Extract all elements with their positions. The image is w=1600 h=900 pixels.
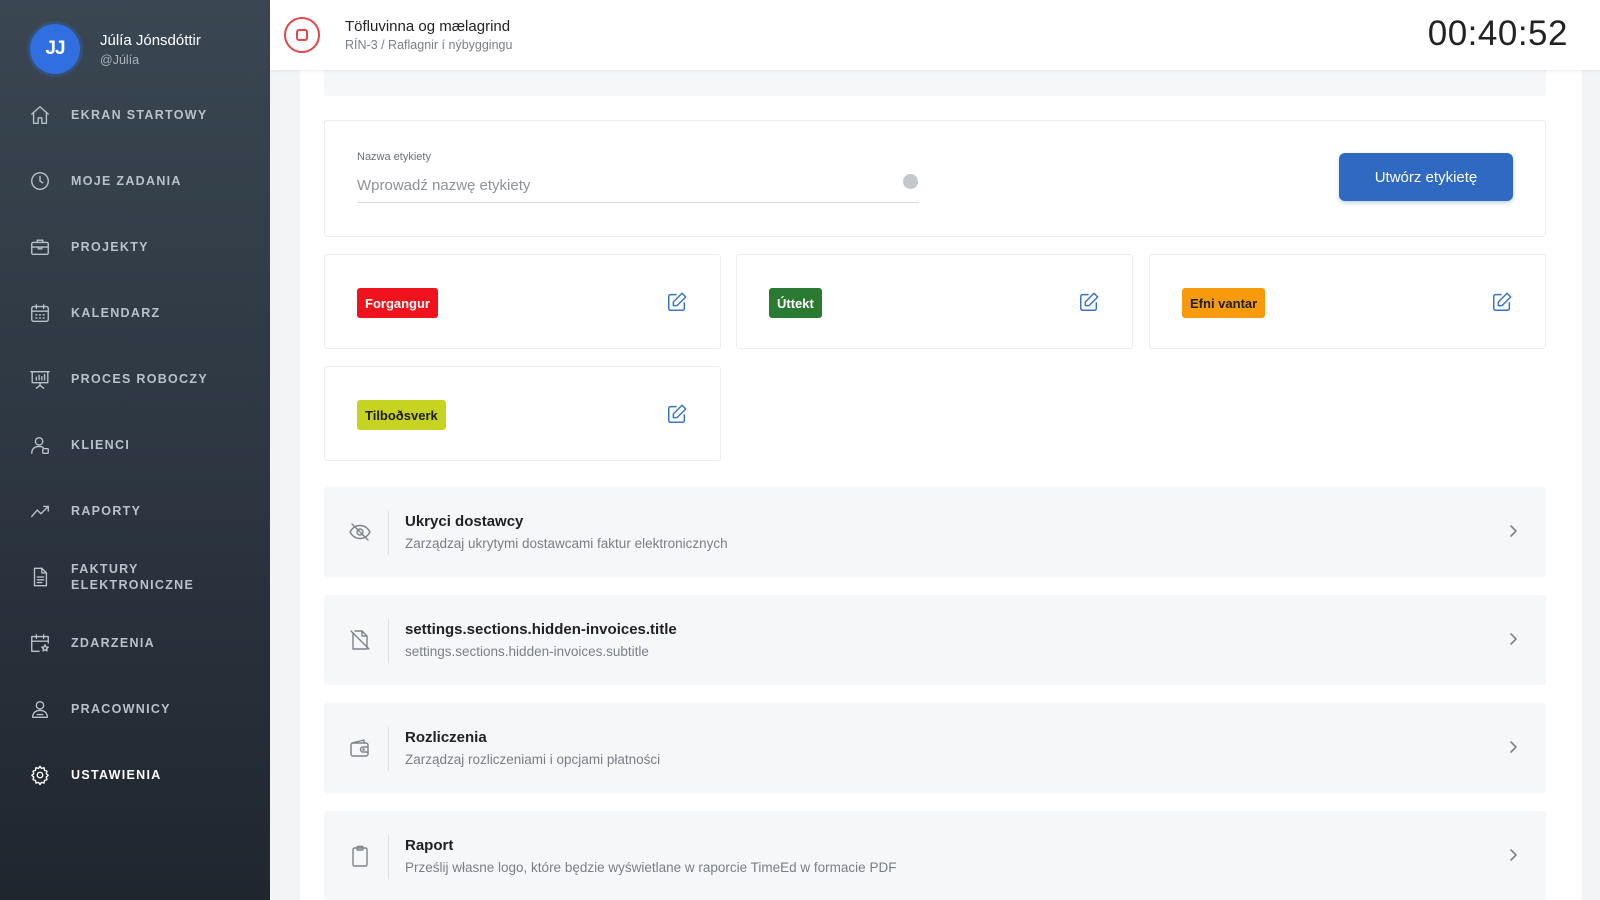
edit-icon[interactable] [666,403,688,425]
sidebar-item-clients[interactable]: KLIENCI [0,412,270,478]
trend-chart-icon [28,499,52,523]
edit-icon[interactable] [1491,291,1513,313]
section-title: Rozliczenia [405,729,487,746]
presentation-board-icon [28,367,52,391]
section-title: Ukryci dostawcy [405,513,524,530]
create-label-button[interactable]: Utwórz etykietę [1339,153,1513,201]
sidebar-item-my-tasks[interactable]: MOJE ZADANIA [0,148,270,214]
chevron-right-icon [1506,524,1520,538]
section-subtitle: settings.sections.hidden-invoices.subtit… [405,644,649,659]
label-badge: Efni vantar [1182,288,1266,318]
home-icon [28,103,52,127]
sidebar-item-label: RAPORTY [71,504,142,518]
sidebar-item-e-invoices[interactable]: FAKTURY ELEKTRONICZNE [0,544,270,610]
section-subtitle: Zarządzaj rozliczeniami i opcjami płatno… [405,752,661,767]
sidebar-item-label: USTAWIENIA [71,768,162,782]
label-card: Tilboðsverk [324,366,721,461]
sidebar-item-settings[interactable]: USTAWIENIA [0,742,270,808]
sidebar-item-employees[interactable]: PRACOWNICY [0,676,270,742]
section-divider [388,511,389,555]
label-card: Úttekt [736,254,1133,349]
create-label-card: Nazwa etykiety Utwórz etykietę [324,120,1546,237]
sidebar-item-projects[interactable]: PROJEKTY [0,214,270,280]
color-picker-dot[interactable] [903,174,918,189]
settings-content: Nazwa etykiety Utwórz etykietę Forgangur… [300,70,1582,900]
briefcase-icon [28,235,52,259]
clock-icon [28,169,52,193]
sidebar-item-label: PRACOWNICY [71,702,171,716]
edit-icon[interactable] [1078,291,1100,313]
document-icon [28,565,52,589]
user-profile[interactable]: JJ Júlía Jónsdóttir @Júlía [30,24,201,74]
previous-section-card [324,70,1546,96]
sidebar-item-label: FAKTURY ELEKTRONICZNE [71,562,195,592]
eye-off-icon [348,520,372,544]
user-handle: @Júlía [100,52,140,67]
section-divider [388,727,389,771]
sidebar-item-events[interactable]: ZDARZENIA [0,610,270,676]
sidebar-item-label: ZDARZENIA [71,636,155,650]
sidebar-item-label: PROJEKTY [71,240,149,254]
user-name: Júlía Jónsdóttir [100,31,201,49]
top-bar: Töfluvinna og mælagrind RÍN-3 / Raflagni… [270,0,1600,70]
label-badge: Tilboðsverk [357,400,446,430]
user-icon [28,433,52,457]
label-badge: Úttekt [769,288,822,318]
sidebar-item-label: KLIENCI [71,438,131,452]
section-title: settings.sections.hidden-invoices.title [405,621,677,638]
active-task-title: Töfluvinna og mælagrind [345,18,511,35]
sidebar-nav: EKRAN STARTOWY MOJE ZADANIA PROJEKTY KAL… [0,82,270,808]
stop-icon [296,29,308,41]
sidebar-item-workflow[interactable]: PROCES ROBOCZY [0,346,270,412]
label-name-input[interactable] [357,169,919,203]
gear-icon [28,763,52,787]
sidebar-item-label: PROCES ROBOCZY [71,372,208,386]
chevron-right-icon [1506,848,1520,862]
section-divider [388,835,389,879]
clipboard-icon [348,844,372,868]
label-card: Efni vantar [1149,254,1546,349]
section-report[interactable]: Raport Prześlij własne logo, które będzi… [324,811,1546,900]
avatar[interactable]: JJ [30,24,80,74]
file-off-icon [348,628,372,652]
section-divider [388,619,389,663]
stop-timer-button[interactable] [284,17,320,53]
section-hidden-suppliers[interactable]: Ukryci dostawcy Zarządzaj ukrytymi dosta… [324,487,1546,577]
sidebar-item-label: EKRAN STARTOWY [71,108,208,122]
section-subtitle: Prześlij własne logo, które będzie wyświ… [405,860,897,875]
chevron-right-icon [1506,740,1520,754]
sidebar-item-reports[interactable]: RAPORTY [0,478,270,544]
label-name-label: Nazwa etykiety [357,151,431,163]
sidebar-item-label: MOJE ZADANIA [71,174,182,188]
wallet-icon [348,736,372,760]
edit-icon[interactable] [666,291,688,313]
sidebar-item-label: KALENDARZ [71,306,161,320]
chevron-right-icon [1506,632,1520,646]
section-title: Raport [405,837,454,854]
active-task-breadcrumb: RÍN-3 / Raflagnir í nýbyggingu [345,38,513,52]
users-icon [28,697,52,721]
sidebar: JJ Júlía Jónsdóttir @Júlía EKRAN STARTOW… [0,0,270,900]
user-info: Júlía Jónsdóttir @Júlía [100,32,201,67]
sidebar-item-calendar[interactable]: KALENDARZ [0,280,270,346]
calendar-star-icon [28,631,52,655]
sidebar-item-home[interactable]: EKRAN STARTOWY [0,82,270,148]
label-card: Forgangur [324,254,721,349]
label-badge: Forgangur [357,288,438,318]
calendar-icon [28,301,52,325]
timer-display: 00:40:52 [1427,14,1568,53]
section-subtitle: Zarządzaj ukrytymi dostawcami faktur ele… [405,536,728,551]
section-hidden-invoices[interactable]: settings.sections.hidden-invoices.title … [324,595,1546,685]
section-billing[interactable]: Rozliczenia Zarządzaj rozliczeniami i op… [324,703,1546,793]
